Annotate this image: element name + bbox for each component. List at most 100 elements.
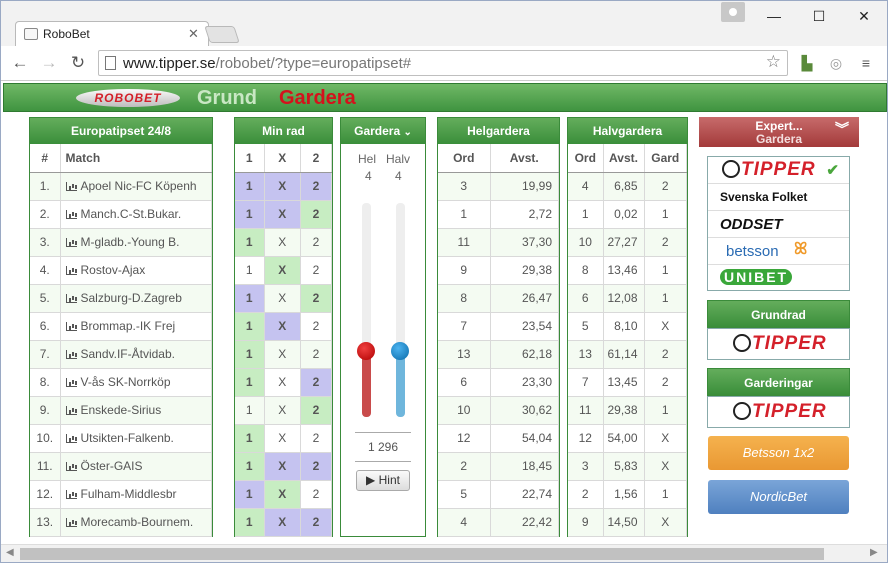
match-cell[interactable]: Fulham-Middlesbr <box>60 480 212 509</box>
pick-2[interactable]: 2 <box>300 480 333 509</box>
pick-x[interactable]: X <box>264 172 301 201</box>
match-cell[interactable]: V-ås SK-Norrköp <box>60 368 212 397</box>
pick-2[interactable]: 2 <box>300 312 333 341</box>
brand-svenska-folket[interactable]: Svenska Folket <box>708 184 849 211</box>
bar-chart-icon[interactable] <box>65 490 77 499</box>
pick-x[interactable]: X <box>264 480 301 509</box>
menu-gardera[interactable]: Gardera <box>279 87 356 110</box>
pick-x[interactable]: X <box>264 396 301 425</box>
gardera-title[interactable]: Gardera ⌄ <box>341 118 425 144</box>
pick-x[interactable]: X <box>264 424 301 453</box>
new-tab-button[interactable] <box>204 26 240 43</box>
pick-2[interactable]: 2 <box>300 228 333 257</box>
tab-close-icon[interactable]: ✕ <box>188 26 199 42</box>
extension-icon[interactable]: ◎ <box>826 53 846 73</box>
pick-x[interactable]: X <box>264 508 301 537</box>
menu-icon[interactable]: ≡ <box>856 53 876 73</box>
user-profile-icon[interactable] <box>721 2 745 22</box>
pick-x[interactable]: X <box>264 256 301 285</box>
match-cell[interactable]: Morecamb-Bournem. <box>60 508 212 537</box>
match-cell[interactable]: Utsikten-Falkenb. <box>60 424 212 453</box>
bar-chart-icon[interactable] <box>65 182 77 191</box>
pick-2[interactable]: 2 <box>300 508 333 537</box>
match-cell[interactable]: Manch.C-St.Bukar. <box>60 200 212 229</box>
pick-1[interactable]: 1 <box>235 396 265 425</box>
horizontal-scrollbar[interactable]: ◀ ▶ <box>1 544 887 562</box>
bar-chart-icon[interactable] <box>65 462 77 471</box>
pick-x[interactable]: X <box>264 284 301 313</box>
chart-extension-icon[interactable]: ▙ <box>797 53 817 73</box>
match-cell[interactable]: Salzburg-D.Zagreb <box>60 284 212 313</box>
garderingar-tipper-button[interactable]: TIPPER <box>707 396 850 428</box>
pick-1[interactable]: 1 <box>235 340 265 369</box>
scrollbar-thumb[interactable] <box>20 548 824 560</box>
maximize-button[interactable]: ☐ <box>804 6 834 26</box>
match-cell[interactable]: Apoel Nic-FC Köpenh <box>60 172 212 201</box>
betsson-1x2-button[interactable]: Betsson 1x2 <box>708 436 849 470</box>
pick-2[interactable]: 2 <box>300 340 333 369</box>
bar-chart-icon[interactable] <box>65 518 77 527</box>
pick-2[interactable]: 2 <box>300 256 333 285</box>
match-cell[interactable]: Brommap.-IK Frej <box>60 312 212 341</box>
bookmark-star-icon[interactable]: ☆ <box>766 52 781 72</box>
bar-chart-icon[interactable] <box>65 378 77 387</box>
pick-2[interactable]: 2 <box>300 200 333 229</box>
scroll-left-icon[interactable]: ◀ <box>6 547 14 558</box>
menu-grund[interactable]: Grund <box>197 87 257 110</box>
pick-x[interactable]: X <box>264 200 301 229</box>
bar-chart-icon[interactable] <box>65 350 77 359</box>
pick-x[interactable]: X <box>264 228 301 257</box>
halv-slider-handle[interactable] <box>391 342 409 360</box>
bar-chart-icon[interactable] <box>65 266 77 275</box>
browser-tab[interactable]: RoboBet ✕ <box>15 21 209 46</box>
forward-button[interactable]: → <box>38 52 60 74</box>
pick-1[interactable]: 1 <box>235 284 265 313</box>
pick-2[interactable]: 2 <box>300 424 333 453</box>
match-cell[interactable]: Sandv.IF-Åtvidab. <box>60 340 212 369</box>
pick-2[interactable]: 2 <box>300 452 333 481</box>
brand-tipper[interactable]: TIPPER ✔ <box>708 157 849 184</box>
pick-1[interactable]: 1 <box>235 172 265 201</box>
address-bar[interactable]: www.tipper.se/robobet/?type=europatipset… <box>98 50 788 76</box>
pick-x[interactable]: X <box>264 340 301 369</box>
bar-chart-icon[interactable] <box>65 210 77 219</box>
hel-slider-handle[interactable] <box>357 342 375 360</box>
pick-2[interactable]: 2 <box>300 368 333 397</box>
robobet-logo[interactable]: ROBOBET <box>76 89 180 107</box>
bar-chart-icon[interactable] <box>65 294 77 303</box>
bar-chart-icon[interactable] <box>65 434 77 443</box>
bar-chart-icon[interactable] <box>65 238 77 247</box>
match-cell[interactable]: Rostov-Ajax <box>60 256 212 285</box>
pick-2[interactable]: 2 <box>300 396 333 425</box>
pick-1[interactable]: 1 <box>235 200 265 229</box>
nordicbet-button[interactable]: NordicBet <box>708 480 849 514</box>
hint-button[interactable]: ▶ Hint <box>356 470 410 491</box>
bar-chart-icon[interactable] <box>65 322 77 331</box>
halv-slider[interactable] <box>391 203 409 417</box>
scroll-right-icon[interactable]: ▶ <box>870 547 878 558</box>
minimize-button[interactable]: — <box>759 6 789 26</box>
back-button[interactable]: ← <box>9 52 31 74</box>
pick-1[interactable]: 1 <box>235 480 265 509</box>
pick-1[interactable]: 1 <box>235 312 265 341</box>
pick-1[interactable]: 1 <box>235 256 265 285</box>
pick-1[interactable]: 1 <box>235 424 265 453</box>
match-cell[interactable]: Enskede-Sirius <box>60 396 212 425</box>
match-cell[interactable]: Öster-GAIS <box>60 452 212 481</box>
expert-gardera-button[interactable]: Expert... Gardera ︾ <box>699 117 859 147</box>
match-cell[interactable]: M-gladb.-Young B. <box>60 228 212 257</box>
pick-x[interactable]: X <box>264 312 301 341</box>
pick-1[interactable]: 1 <box>235 452 265 481</box>
close-window-button[interactable]: ✕ <box>849 6 879 26</box>
pick-2[interactable]: 2 <box>300 172 333 201</box>
pick-1[interactable]: 1 <box>235 228 265 257</box>
reload-button[interactable]: ↻ <box>67 52 89 74</box>
brand-oddset[interactable]: ODDSET <box>708 211 849 238</box>
hel-slider[interactable] <box>357 203 375 417</box>
pick-1[interactable]: 1 <box>235 508 265 537</box>
pick-1[interactable]: 1 <box>235 368 265 397</box>
grundrad-tipper-button[interactable]: TIPPER <box>707 328 850 360</box>
brand-betsson[interactable]: betsson ꕤ <box>708 238 849 265</box>
pick-2[interactable]: 2 <box>300 284 333 313</box>
pick-x[interactable]: X <box>264 368 301 397</box>
